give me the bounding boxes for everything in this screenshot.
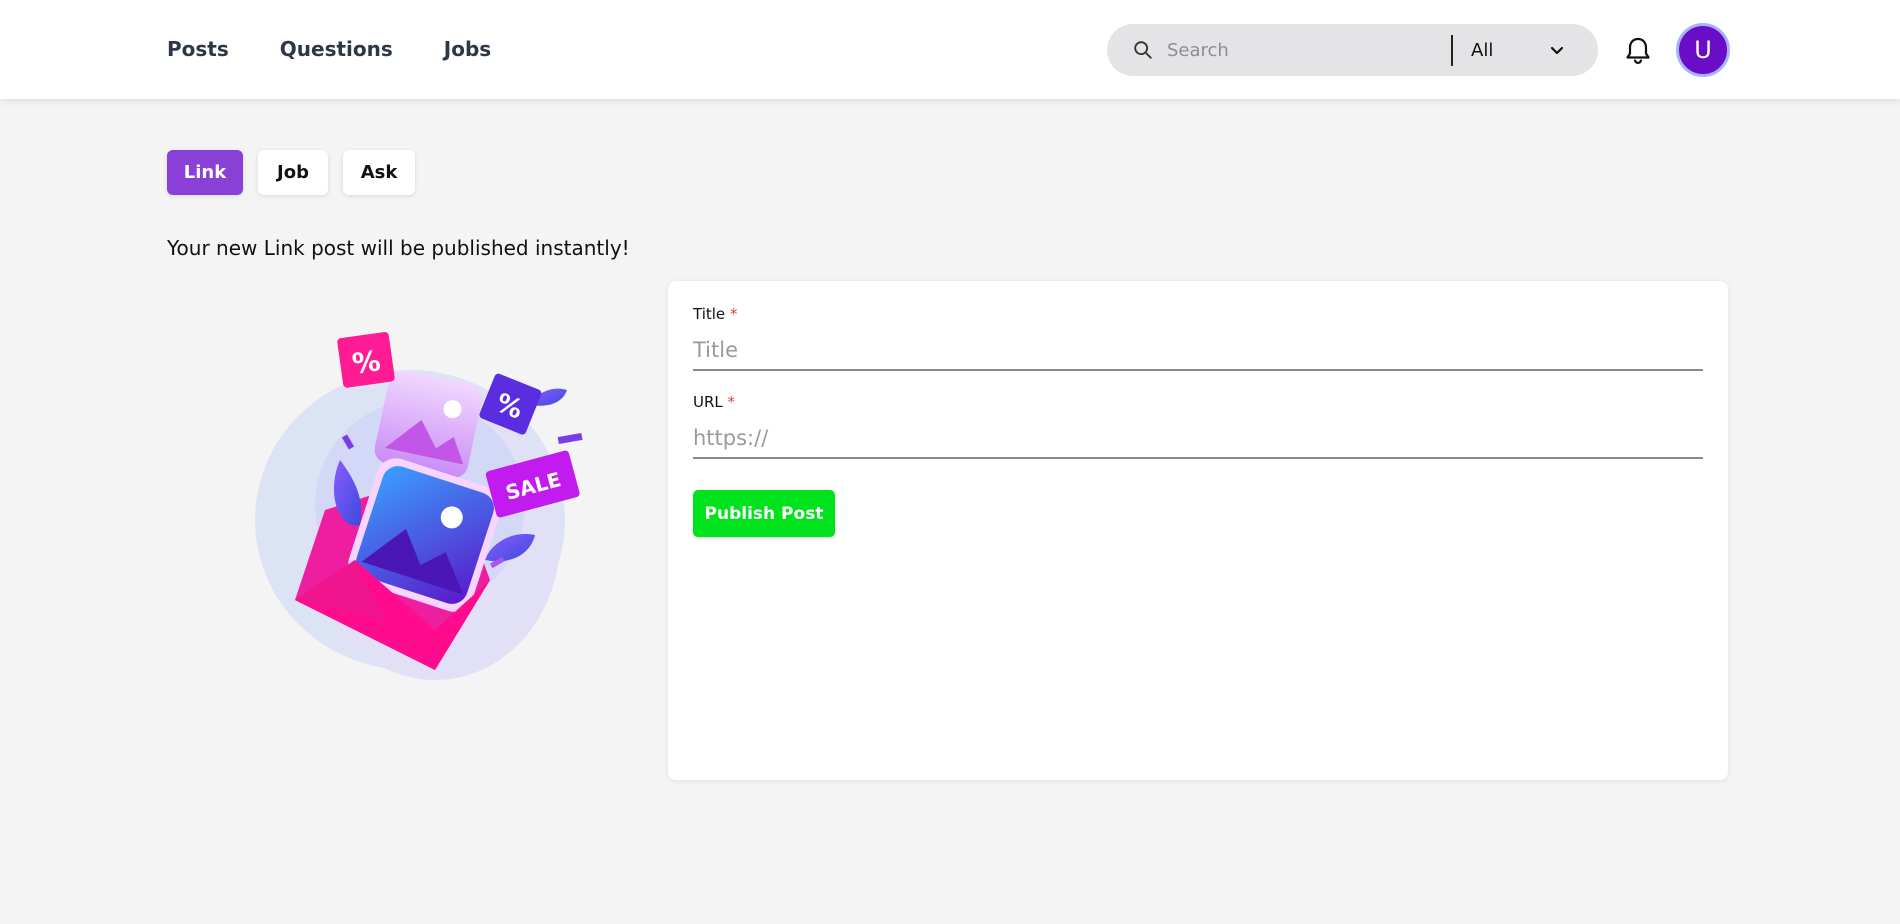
post-type-tabs: Link Job Ask — [167, 150, 430, 195]
tab-ask[interactable]: Ask — [343, 150, 415, 195]
title-field-label: Title * — [693, 305, 737, 323]
top-navbar: Posts Questions Jobs All U — [0, 0, 1900, 99]
tab-link[interactable]: Link — [167, 150, 243, 195]
nav-link-questions[interactable]: Questions — [280, 36, 393, 62]
search-icon — [1134, 41, 1152, 59]
link-post-form: Title * URL * Publish Post — [668, 281, 1728, 780]
search-scope-value: All — [1471, 39, 1494, 61]
search-divider — [1451, 35, 1453, 66]
title-label-text: Title — [693, 305, 726, 323]
chevron-down-icon — [1550, 46, 1564, 55]
bell-icon[interactable] — [1622, 34, 1654, 66]
required-marker: * — [727, 393, 736, 411]
url-label-text: URL — [693, 393, 723, 411]
page-subtitle: Your new Link post will be published ins… — [167, 236, 630, 260]
title-input[interactable] — [693, 331, 1703, 371]
url-field-label: URL * — [693, 393, 735, 411]
percent-tag-text: % — [350, 344, 382, 381]
required-marker: * — [729, 305, 738, 323]
publish-post-button[interactable]: Publish Post — [693, 490, 835, 537]
search-scope-select[interactable]: All — [1471, 24, 1581, 76]
main-nav: Posts Questions Jobs — [167, 36, 542, 62]
url-input[interactable] — [693, 419, 1703, 459]
tab-job[interactable]: Job — [258, 150, 328, 195]
link-post-illustration: % % SALE — [255, 332, 583, 680]
nav-link-jobs[interactable]: Jobs — [444, 36, 491, 62]
user-avatar[interactable]: U — [1676, 23, 1730, 77]
nav-link-posts[interactable]: Posts — [167, 36, 229, 62]
